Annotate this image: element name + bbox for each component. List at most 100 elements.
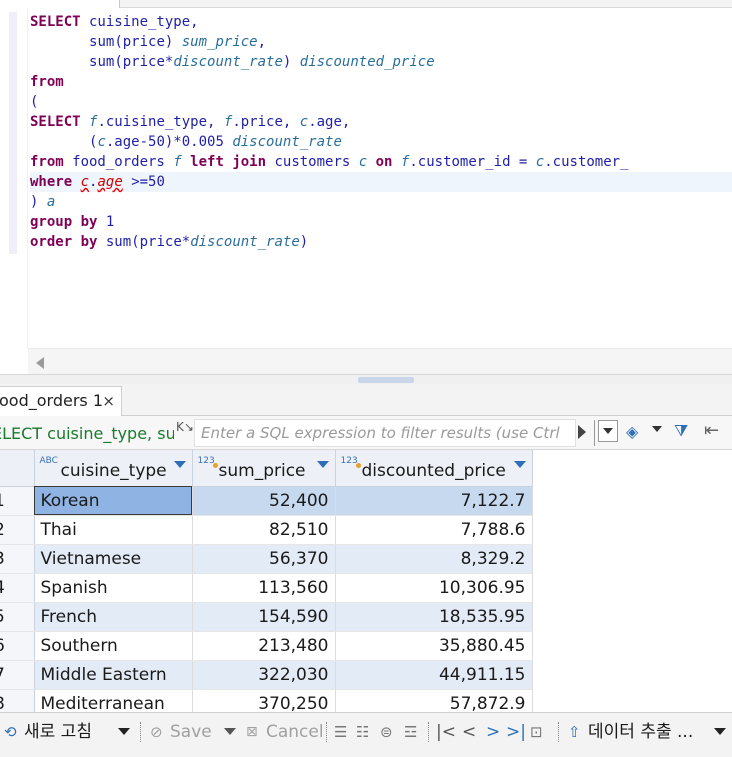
splitter-grip[interactable]: [358, 377, 414, 383]
result-tab[interactable]: ood_orders 1 ×: [0, 386, 122, 416]
copy-row-icon[interactable]: ⊜: [380, 720, 393, 744]
editor-tab-strip: [0, 0, 732, 8]
chevron-down-icon[interactable]: [224, 728, 236, 735]
save-button[interactable]: Save: [170, 720, 212, 744]
cell-discounted-price[interactable]: 35,880.45: [335, 631, 533, 661]
table-row[interactable]: 3Vietnamese56,3708,329.2: [0, 544, 533, 574]
export-data-button[interactable]: 데이터 추출 ...: [588, 720, 693, 744]
row-number[interactable]: 1: [0, 486, 35, 516]
filter-history-dropdown[interactable]: [598, 420, 618, 442]
cell-cuisine-type[interactable]: Middle Eastern: [34, 660, 193, 690]
code-line[interactable]: (c.age-50)*0.005 discount_rate: [30, 132, 732, 152]
chevron-down-icon[interactable]: [118, 728, 130, 735]
cell-discounted-price[interactable]: 7,788.6: [335, 515, 533, 545]
cell-sum-price[interactable]: 370,250: [192, 689, 336, 712]
save-icon[interactable]: ⊘: [150, 720, 163, 744]
sql-editor[interactable]: SELECT cuisine_type, sum(price) sum_pric…: [0, 8, 732, 348]
cancel-button[interactable]: Cancel: [266, 720, 324, 744]
cell-discounted-price[interactable]: 18,535.95: [335, 602, 533, 632]
cell-cuisine-type[interactable]: Spanish: [34, 573, 193, 603]
last-page-icon[interactable]: >|: [506, 720, 526, 744]
add-row-icon[interactable]: ☷: [356, 720, 369, 744]
cell-discounted-price[interactable]: 44,911.15: [335, 660, 533, 690]
row-number[interactable]: 8: [0, 689, 35, 712]
refresh-icon[interactable]: ⟲: [4, 720, 17, 744]
cell-discounted-price[interactable]: 8,329.2: [335, 544, 533, 574]
chevron-down-icon[interactable]: [513, 461, 526, 468]
code-line[interactable]: sum(price) sum_price,: [30, 32, 732, 52]
row-number[interactable]: 7: [0, 660, 35, 690]
code-line[interactable]: from food_orders f left join customers c…: [30, 152, 732, 172]
cell-discounted-price[interactable]: 7,122.7: [335, 486, 533, 516]
table-row[interactable]: 1Korean52,4007,122.7: [0, 486, 533, 516]
cell-sum-price[interactable]: 213,480: [192, 631, 336, 661]
clear-filter-icon[interactable]: ◈: [626, 422, 638, 441]
code-line[interactable]: order by sum(price*discount_rate): [30, 232, 732, 252]
table-row[interactable]: 8Mediterranean370,25057,872.9: [0, 689, 533, 712]
cell-cuisine-type[interactable]: French: [34, 602, 193, 632]
close-icon[interactable]: ×: [102, 387, 115, 415]
next-page-icon[interactable]: >: [486, 720, 500, 744]
cell-cuisine-type[interactable]: Mediterranean: [34, 689, 193, 712]
edit-row-icon[interactable]: ☰: [334, 720, 347, 744]
code-line[interactable]: group by 1: [30, 212, 732, 232]
cell-sum-price[interactable]: 82,510: [192, 515, 336, 545]
cell-sum-price[interactable]: 322,030: [192, 660, 336, 690]
cell-sum-price[interactable]: 113,560: [192, 573, 336, 603]
cell-discounted-price[interactable]: 57,872.9: [335, 689, 533, 712]
table-row[interactable]: 6Southern213,48035,880.45: [0, 631, 533, 661]
refresh-button[interactable]: 새로 고침: [24, 720, 92, 744]
cell-cuisine-type[interactable]: Thai: [34, 515, 193, 545]
chevron-down-icon[interactable]: [652, 426, 662, 432]
delete-row-icon[interactable]: ☲: [404, 720, 417, 744]
code-line[interactable]: from: [30, 72, 732, 92]
funnel-icon[interactable]: ⧩: [674, 421, 688, 441]
results-grid[interactable]: ABC cuisine_type 123 sum_price 123 disco…: [0, 450, 732, 712]
cell-discounted-price[interactable]: 10,306.95: [335, 573, 533, 603]
editor-tab[interactable]: [0, 0, 120, 8]
panel-splitter[interactable]: [0, 374, 732, 384]
code-line[interactable]: where c.age >=50: [30, 172, 732, 192]
row-number[interactable]: 3: [0, 544, 35, 574]
code-line[interactable]: ) a: [30, 192, 732, 212]
expand-filter-icon[interactable]: K↘: [176, 420, 196, 440]
code-token: c: [80, 174, 90, 190]
row-number[interactable]: 4: [0, 573, 35, 603]
row-number[interactable]: 6: [0, 631, 35, 661]
scroll-left-icon[interactable]: [36, 357, 44, 369]
cancel-icon[interactable]: ⊠: [246, 720, 258, 744]
column-header-cuisine-type[interactable]: ABC cuisine_type: [34, 450, 193, 487]
code-token: sum: [89, 34, 115, 50]
filter-input[interactable]: Enter a SQL expression to filter results…: [194, 419, 576, 447]
cell-cuisine-type[interactable]: Korean: [34, 486, 193, 516]
table-row[interactable]: 2Thai82,5107,788.6: [0, 515, 533, 545]
cell-sum-price[interactable]: 154,590: [192, 602, 336, 632]
cell-cuisine-type[interactable]: Southern: [34, 631, 193, 661]
chevron-down-icon[interactable]: [316, 461, 329, 468]
table-row[interactable]: 5French154,59018,535.95: [0, 602, 533, 632]
row-number[interactable]: 5: [0, 602, 35, 632]
chevron-down-icon[interactable]: [714, 728, 726, 735]
chevron-down-icon[interactable]: [173, 461, 186, 468]
cell-cuisine-type[interactable]: Vietnamese: [34, 544, 193, 574]
code-line[interactable]: (: [30, 92, 732, 112]
apply-filter-icon[interactable]: [578, 425, 586, 439]
editor-horizontal-scrollbar[interactable]: [28, 348, 732, 374]
code-line[interactable]: SELECT cuisine_type,: [30, 12, 732, 32]
previous-page-icon[interactable]: <: [462, 720, 476, 744]
code-token: .age,: [308, 114, 351, 130]
back-arrow-icon[interactable]: ⇤: [704, 420, 719, 441]
export-icon[interactable]: ⇧: [568, 720, 581, 744]
fetch-all-icon[interactable]: ⊡: [530, 720, 543, 744]
cell-sum-price[interactable]: 52,400: [192, 486, 336, 516]
code-line[interactable]: SELECT f.cuisine_type, f.price, c.age,: [30, 112, 732, 132]
table-row[interactable]: 4Spanish113,56010,306.95: [0, 573, 533, 603]
sql-code[interactable]: SELECT cuisine_type, sum(price) sum_pric…: [30, 12, 732, 252]
row-number[interactable]: 2: [0, 515, 35, 545]
table-row[interactable]: 7Middle Eastern322,03044,911.15: [0, 660, 533, 690]
first-page-icon[interactable]: |<: [436, 720, 456, 744]
column-header-sum-price[interactable]: 123 sum_price: [192, 450, 336, 487]
cell-sum-price[interactable]: 56,370: [192, 544, 336, 574]
code-line[interactable]: sum(price*discount_rate) discounted_pric…: [30, 52, 732, 72]
column-header-discounted-price[interactable]: 123 discounted_price: [335, 450, 533, 487]
